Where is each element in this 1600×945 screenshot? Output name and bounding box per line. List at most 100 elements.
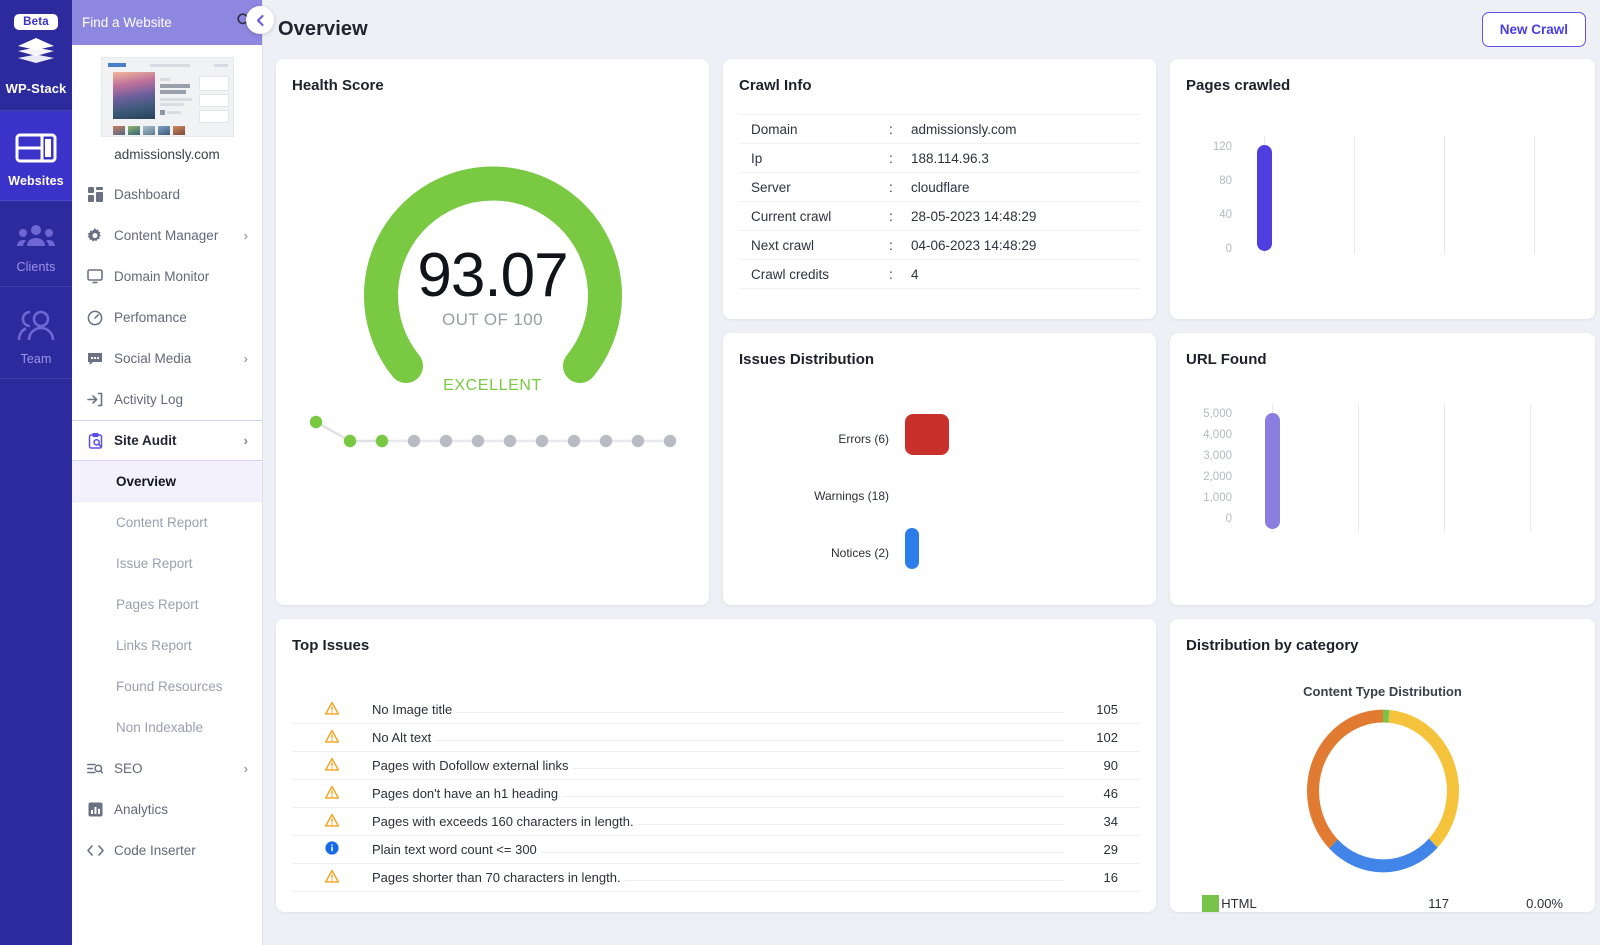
bar-pages-crawled[interactable] [1257,145,1272,251]
rail-item-websites[interactable]: Websites [0,111,72,201]
crawl-info-key: Next crawl [739,230,889,260]
search-input[interactable] [82,15,230,30]
donut-legend-row: HTML 117 0.00% [1186,895,1579,912]
websites-icon [4,132,68,169]
health-score-value: 93.07 [417,241,568,310]
bar-notices[interactable] [905,528,919,569]
sidebar-item-content-manager[interactable]: Content Manager › [72,215,262,256]
chevron-right-icon[interactable]: › [244,351,248,366]
sidebar-item-code-inserter[interactable]: Code Inserter [72,830,262,871]
issue-count-cell: 34 [1103,814,1118,829]
sidebar-item-label: Non Indexable [116,720,204,735]
rail-item-clients[interactable]: Clients [0,201,72,287]
gridline [1444,136,1445,254]
rail-item-wp-stack[interactable]: Beta WP-Stack [0,0,72,111]
issue-name-cell: Pages shorter than 70 characters in leng… [372,870,1070,885]
sidebar-item-social-media[interactable]: Social Media › [72,338,262,379]
dashboard-icon [86,187,104,202]
table-row[interactable]: Pages with exceeds 160 characters in len… [292,808,1140,836]
chevron-right-icon[interactable]: › [244,761,248,776]
table-row: Server : cloudflare [739,172,1140,202]
warning-icon [292,701,372,718]
sidebar-item-site-audit[interactable]: Site Audit › [72,420,262,461]
sidebar-item-issue-report[interactable]: Issue Report [72,543,262,584]
sidebar-item-pages-report[interactable]: Pages Report [72,584,262,625]
sidebar-item-label: Domain Monitor [114,269,210,284]
issue-count-cell: 105 [1096,702,1118,717]
sidebar-item-perfomance[interactable]: Perfomance [72,297,262,338]
table-row: Ip : 188.114.96.3 [739,143,1140,173]
table-row[interactable]: No Image title 105 [292,696,1140,724]
crawl-info-value: 28-05-2023 14:48:29 [911,201,1140,231]
table-row: Crawl credits : 4 [739,259,1140,289]
table-row[interactable]: Pages with Dofollow external links 90 [292,752,1140,780]
sidebar-item-links-report[interactable]: Links Report [72,625,262,666]
new-crawl-button[interactable]: New Crawl [1481,12,1586,47]
table-row[interactable]: Plain text word count <= 300 29 [292,836,1140,864]
sidebar-item-analytics[interactable]: Analytics [72,789,262,830]
crawl-info-separator: : [889,259,911,289]
sidebar-item-found-resources[interactable]: Found Resources [72,666,262,707]
info-icon [292,841,372,858]
legend-label: HTML [1221,896,1257,911]
sidebar-item-content-report[interactable]: Content Report [72,502,262,543]
sidebar-item-label: Analytics [114,802,169,817]
warning-icon [292,729,372,746]
crawl-info-table: Domain : admissionsly.com Ip : 188.114.9… [739,114,1140,289]
issue-count-cell: 102 [1096,730,1118,745]
legend-value: 117 [1428,896,1449,911]
table-row[interactable]: Pages don't have an h1 heading 46 [292,780,1140,808]
y-tick-label: 40 [1219,209,1232,221]
url-found-card: URL Found 5,000 4,000 3,000 2,000 1,000 … [1170,333,1595,605]
distribution-by-category-card: Distribution by category Content Type Di… [1170,619,1595,912]
sidebar-item-activity-log[interactable]: Activity Log [72,379,262,420]
site-preview[interactable]: admissionsly.com [72,45,262,174]
health-score-trend-chart [309,415,677,448]
issue-name-cell: Plain text word count <= 300 [372,842,1070,857]
sidebar-item-domain-monitor[interactable]: Domain Monitor [72,256,262,297]
sidebar-item-non-indexable[interactable]: Non Indexable [72,707,262,748]
issue-count-cell: 46 [1103,786,1118,801]
wp-stack-logo-icon [4,37,68,76]
sidebar-item-label: Activity Log [114,392,184,407]
bar-errors[interactable] [905,414,949,455]
health-score-gauge: 93.07 OUT OF 100 EXCELLENT [292,118,693,478]
crawl-info-key: Server [739,172,889,202]
sidebar-item-overview[interactable]: Overview [72,461,262,502]
beta-badge: Beta [14,14,58,30]
table-row[interactable]: Pages shorter than 70 characters in leng… [292,864,1140,892]
rail-item-team[interactable]: Team [0,287,72,379]
sidebar-search-bar[interactable] [72,0,274,45]
content-type-donut-chart [1186,705,1579,877]
sidebar-item-seo[interactable]: SEO › [72,748,262,789]
bar-url-found[interactable] [1265,413,1280,529]
y-tick-label: 3,000 [1203,450,1232,462]
top-issues-card: Top Issues No Image title 105 No Alt tex… [276,619,1156,912]
crawl-info-value: 4 [911,259,1140,289]
table-row[interactable]: No Alt text 102 [292,724,1140,752]
gear-icon [86,227,104,244]
pages-crawled-card: Pages crawled 120 80 40 0 [1170,59,1595,319]
issue-name-cell: No Alt text [372,730,1070,745]
y-tick-label: 0 [1225,513,1232,525]
sidebar-item-label: Code Inserter [114,843,196,858]
issue-count-cell: 29 [1103,842,1118,857]
warning-icon [292,869,372,886]
sidebar-collapse-button[interactable] [246,6,274,34]
pages-crawled-chart: 120 80 40 0 [1186,108,1579,283]
analytics-icon [86,802,104,817]
page-title: Overview [278,18,368,40]
issue-count-cell: 90 [1103,758,1118,773]
y-tick-label: 1,000 [1203,492,1232,504]
health-score-outof: OUT OF 100 [442,310,543,329]
bar-warnings[interactable] [905,471,1015,512]
chevron-right-icon[interactable]: › [244,433,248,448]
sidebar-item-label: SEO [114,761,143,776]
sidebar-item-dashboard[interactable]: Dashboard [72,174,262,215]
clipboard-search-icon [86,432,104,449]
team-icon [4,308,68,347]
crawl-info-value: admissionsly.com [911,114,1140,144]
chevron-right-icon[interactable]: › [244,228,248,243]
crawl-info-separator: : [889,114,911,144]
bar-label-notices: Notices (2) [830,546,889,560]
